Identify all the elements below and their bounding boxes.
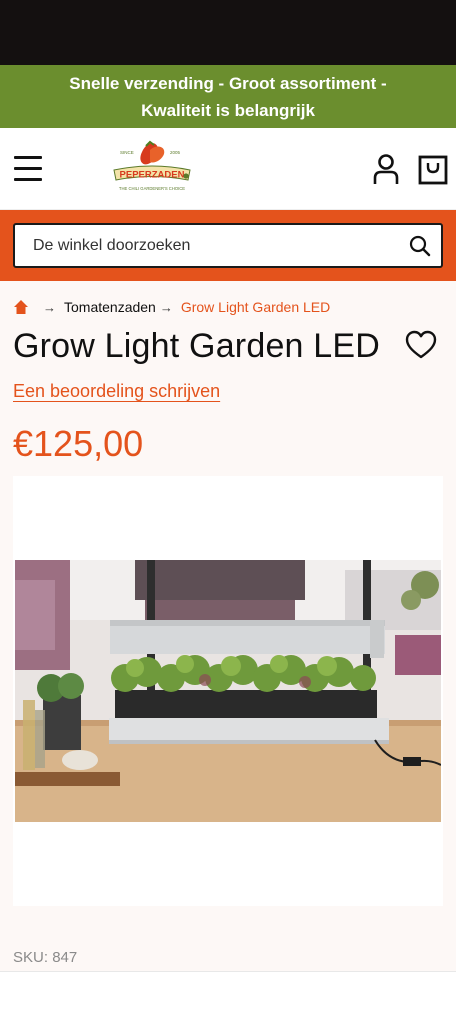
logo-tagline: THE CHILI GARDENER'S CHOICE	[119, 186, 185, 191]
product-sku: SKU: 847	[13, 949, 77, 966]
status-bar	[0, 0, 456, 65]
breadcrumb-arrow-icon: →	[43, 299, 56, 315]
product-image-card	[13, 476, 443, 906]
sku-value: 847	[52, 949, 78, 966]
menu-icon[interactable]	[14, 156, 44, 182]
logo-year: 2005	[170, 150, 181, 155]
promo-line-1: Snelle verzending - Groot assortiment -	[69, 74, 387, 93]
site-header: SINCE 2005 PEPERZADEN THE CHILI GARDENER…	[0, 128, 456, 210]
shopping-bag-icon[interactable]	[418, 153, 448, 185]
product-image[interactable]	[15, 560, 441, 822]
breadcrumb: → Tomatenzaden → Grow Light Garden LED	[13, 297, 330, 317]
promo-line-2: Kwaliteit is belangrijk	[141, 101, 315, 120]
sku-label: SKU:	[13, 949, 49, 966]
breadcrumb-item-tomatenzaden[interactable]: Tomatenzaden	[64, 299, 156, 315]
product-page: → Tomatenzaden → Grow Light Garden LED G…	[0, 281, 456, 971]
search-icon[interactable]	[409, 235, 431, 257]
logo-brand: PEPERZADEN	[120, 170, 185, 181]
home-icon[interactable]	[13, 299, 29, 315]
heart-icon[interactable]	[405, 330, 437, 360]
product-title: Grow Light Garden LED	[13, 327, 381, 365]
write-review-link[interactable]: Een beoordeling schrijven	[13, 381, 220, 402]
breadcrumb-item-current: Grow Light Garden LED	[180, 299, 331, 315]
search-box	[13, 223, 443, 268]
logo-since: SINCE	[120, 150, 134, 155]
peperzaden-logo[interactable]: SINCE 2005 PEPERZADEN THE CHILI GARDENER…	[112, 140, 192, 198]
footer-strip	[0, 971, 456, 1024]
promo-banner: Snelle verzending - Groot assortiment - …	[0, 65, 456, 128]
user-icon[interactable]	[372, 153, 400, 185]
search-bar	[0, 210, 456, 281]
search-input[interactable]	[15, 225, 385, 266]
product-price: €125,00	[13, 423, 144, 464]
breadcrumb-arrow-icon: →	[159, 299, 173, 315]
